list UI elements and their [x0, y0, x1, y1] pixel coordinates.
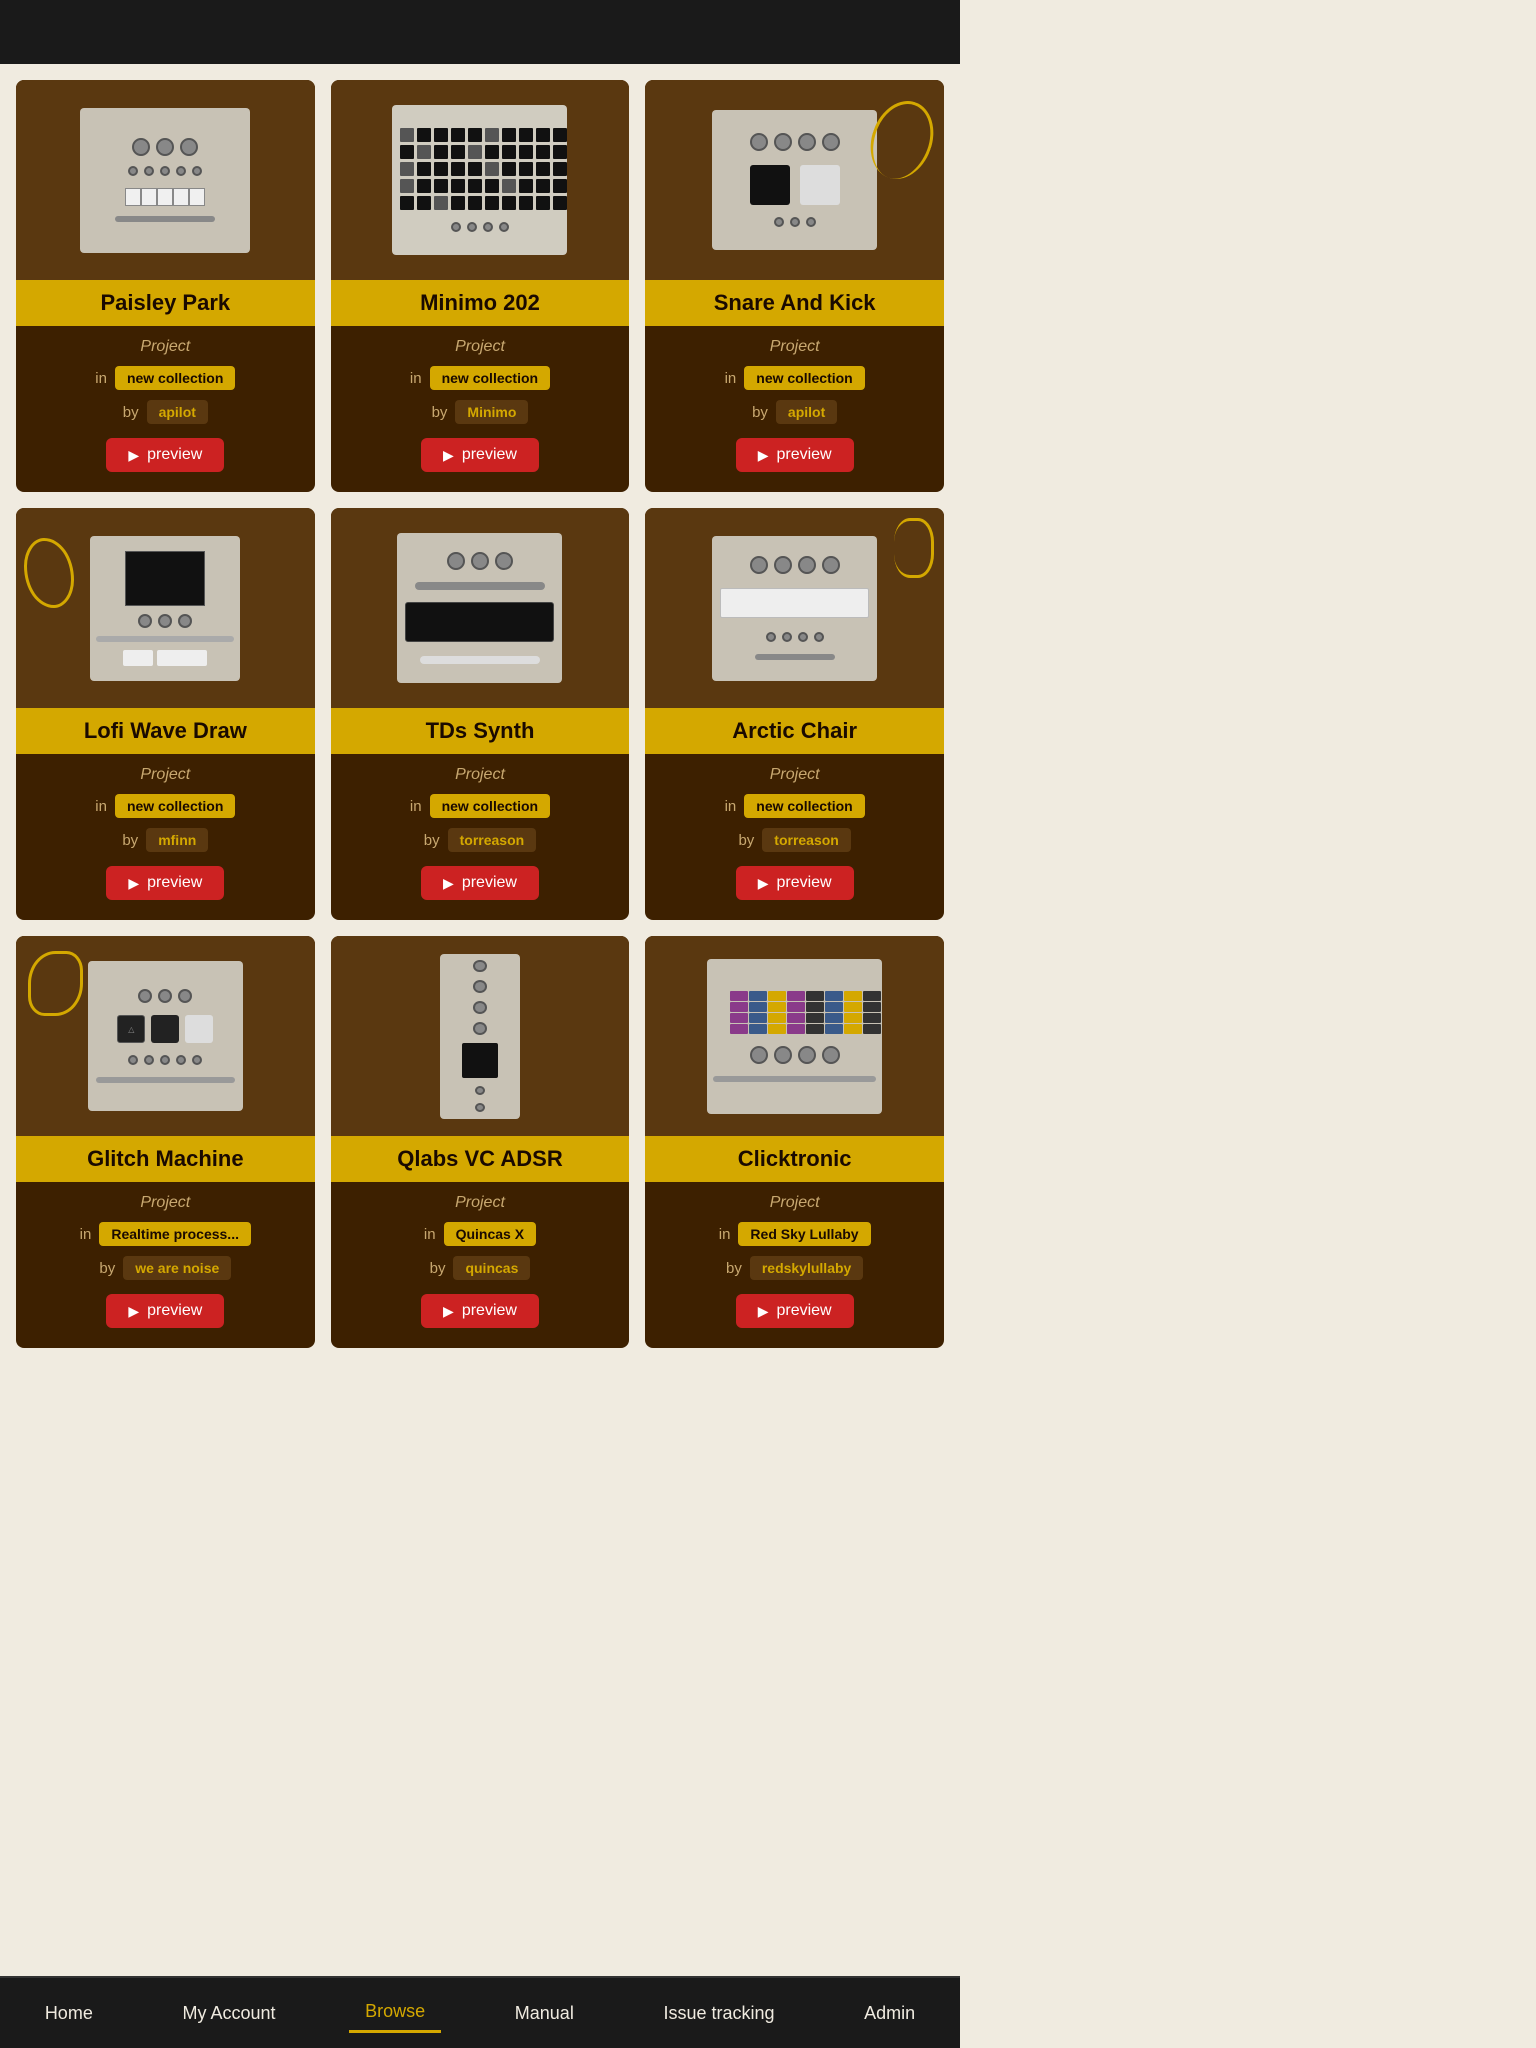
- card-author-clicktronic[interactable]: redskylullaby: [750, 1256, 864, 1280]
- card-qlabs-vc-adsr: Qlabs VC ADSR Project in Quincas X by quincas…: [331, 936, 630, 1348]
- in-label: in: [410, 798, 422, 815]
- preview-button-tds-synth[interactable]: preview: [421, 866, 539, 900]
- card-author-paisley-park[interactable]: apilot: [147, 400, 208, 424]
- nav-item-issue-tracking[interactable]: Issue tracking: [647, 1995, 790, 2032]
- preview-button-paisley-park[interactable]: preview: [106, 438, 224, 472]
- card-author-glitch-machine[interactable]: we are noise: [123, 1256, 231, 1280]
- by-label: by: [738, 832, 754, 849]
- card-type-snare-and-kick: Project: [770, 338, 820, 356]
- card-type-qlabs-vc-adsr: Project: [455, 1194, 505, 1212]
- card-type-lofi-wave-draw: Project: [140, 766, 190, 784]
- nav-item-browse[interactable]: Browse: [349, 1993, 441, 2033]
- in-label: in: [725, 370, 737, 387]
- by-label: by: [424, 832, 440, 849]
- card-collection-arctic-chair[interactable]: new collection: [744, 794, 864, 818]
- card-collection-glitch-machine[interactable]: Realtime process...: [99, 1222, 251, 1246]
- preview-button-clicktronic[interactable]: preview: [736, 1294, 854, 1328]
- card-type-minimo-202: Project: [455, 338, 505, 356]
- preview-button-glitch-machine[interactable]: preview: [106, 1294, 224, 1328]
- preview-button-qlabs-vc-adsr[interactable]: preview: [421, 1294, 539, 1328]
- nav-item-home[interactable]: Home: [29, 1995, 109, 2032]
- card-collection-clicktronic[interactable]: Red Sky Lullaby: [738, 1222, 870, 1246]
- app-header: [0, 0, 960, 64]
- card-author-snare-and-kick[interactable]: apilot: [776, 400, 837, 424]
- card-type-clicktronic: Project: [770, 1194, 820, 1212]
- card-title-paisley-park: Paisley Park: [28, 290, 303, 316]
- card-clicktronic: Clicktronic Project in Red Sky Lullaby byred…: [645, 936, 944, 1348]
- preview-button-snare-and-kick[interactable]: preview: [736, 438, 854, 472]
- card-author-tds-synth[interactable]: torreason: [448, 828, 537, 852]
- by-label: by: [430, 1260, 446, 1277]
- preview-button-lofi-wave-draw[interactable]: preview: [106, 866, 224, 900]
- card-author-minimo-202[interactable]: Minimo: [455, 400, 528, 424]
- card-paisley-park: Paisley Park Project in new collection byapi…: [16, 80, 315, 492]
- preview-button-minimo-202[interactable]: preview: [421, 438, 539, 472]
- card-grid: Paisley ParkProjectinnew collectionbyapi…: [0, 64, 960, 1364]
- card-author-arctic-chair[interactable]: torreason: [762, 828, 851, 852]
- by-label: by: [726, 1260, 742, 1277]
- in-label: in: [719, 1226, 731, 1243]
- nav-item-manual[interactable]: Manual: [499, 1995, 590, 2032]
- card-glitch-machine: △ Glitch MachineProjectinRealtime proces…: [16, 936, 315, 1348]
- card-title-glitch-machine: Glitch Machine: [28, 1146, 303, 1172]
- by-label: by: [122, 832, 138, 849]
- card-type-arctic-chair: Project: [770, 766, 820, 784]
- card-title-arctic-chair: Arctic Chair: [657, 718, 932, 744]
- card-title-tds-synth: TDs Synth: [343, 718, 618, 744]
- card-type-tds-synth: Project: [455, 766, 505, 784]
- card-type-paisley-park: Project: [140, 338, 190, 356]
- in-label: in: [80, 1226, 92, 1243]
- card-title-qlabs-vc-adsr: Qlabs VC ADSR: [343, 1146, 618, 1172]
- in-label: in: [95, 798, 107, 815]
- card-author-lofi-wave-draw[interactable]: mfinn: [146, 828, 208, 852]
- card-collection-lofi-wave-draw[interactable]: new collection: [115, 794, 235, 818]
- card-collection-qlabs-vc-adsr[interactable]: Quincas X: [444, 1222, 536, 1246]
- by-label: by: [123, 404, 139, 421]
- card-lofi-wave-draw: Lofi Wave Draw Project in new collection bym…: [16, 508, 315, 920]
- in-label: in: [424, 1226, 436, 1243]
- card-collection-paisley-park[interactable]: new collection: [115, 366, 235, 390]
- card-author-qlabs-vc-adsr[interactable]: quincas: [453, 1256, 530, 1280]
- card-collection-tds-synth[interactable]: new collection: [430, 794, 550, 818]
- card-title-lofi-wave-draw: Lofi Wave Draw: [28, 718, 303, 744]
- by-label: by: [99, 1260, 115, 1277]
- nav-item-admin[interactable]: Admin: [848, 1995, 931, 2032]
- card-minimo-202: Minimo 202 Project in new collection by Minim…: [331, 80, 630, 492]
- preview-button-arctic-chair[interactable]: preview: [736, 866, 854, 900]
- card-arctic-chair: Arctic Chair Project in new collection bytor…: [645, 508, 944, 920]
- bottom-nav: Home My Account Browse Manual Issue tracking…: [0, 1976, 960, 2048]
- card-tds-synth: TDs Synth Project in new collection by torrea…: [331, 508, 630, 920]
- card-title-minimo-202: Minimo 202: [343, 290, 618, 316]
- in-label: in: [725, 798, 737, 815]
- in-label: in: [410, 370, 422, 387]
- card-title-clicktronic: Clicktronic: [657, 1146, 932, 1172]
- by-label: by: [752, 404, 768, 421]
- card-collection-snare-and-kick[interactable]: new collection: [744, 366, 864, 390]
- in-label: in: [95, 370, 107, 387]
- by-label: by: [432, 404, 448, 421]
- card-title-snare-and-kick: Snare And Kick: [657, 290, 932, 316]
- card-snare-and-kick: Snare And Kick Project in new collection bya…: [645, 80, 944, 492]
- nav-item-my-account[interactable]: My Account: [166, 1995, 291, 2032]
- card-collection-minimo-202[interactable]: new collection: [430, 366, 550, 390]
- card-type-glitch-machine: Project: [140, 1194, 190, 1212]
